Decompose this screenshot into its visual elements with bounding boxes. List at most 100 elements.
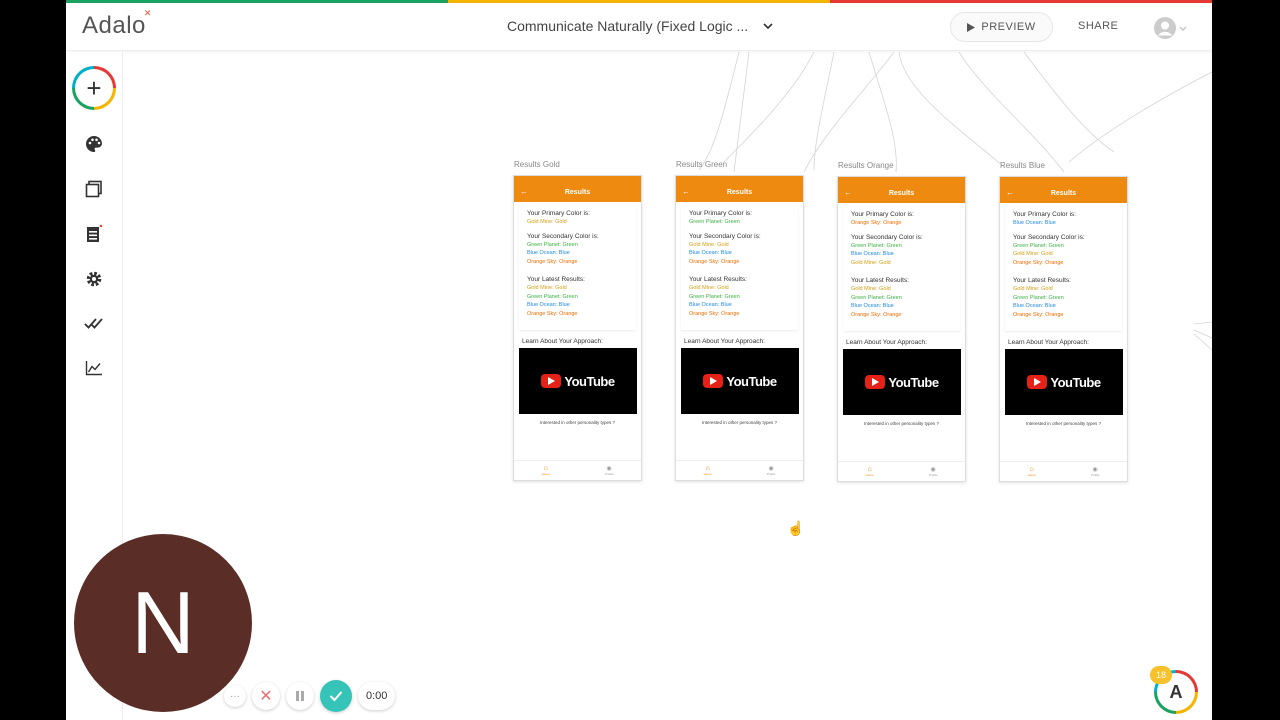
home-icon: ⌂ bbox=[705, 465, 710, 472]
latest-result-value: Green Planet: Green bbox=[527, 293, 578, 300]
chevron-down-icon bbox=[1179, 26, 1187, 31]
pause-icon bbox=[296, 691, 304, 701]
tab-home[interactable]: ⌂ Home bbox=[1028, 466, 1036, 477]
app-switcher[interactable]: Communicate Naturally (Fixed Logic ... bbox=[507, 18, 774, 34]
youtube-video[interactable]: YouTube bbox=[519, 348, 637, 414]
bottom-tab-bar: ⌂ Home ◉ Profile bbox=[514, 460, 641, 480]
primary-color-label: Your Primary Color is: bbox=[689, 210, 752, 217]
screen-label[interactable]: Results Gold bbox=[514, 160, 560, 169]
back-arrow-icon: ← bbox=[520, 187, 528, 196]
database-icon[interactable] bbox=[84, 224, 104, 244]
youtube-wordmark: YouTube bbox=[888, 374, 939, 390]
youtube-video[interactable]: YouTube bbox=[681, 348, 799, 414]
learn-approach-label: Learn About Your Approach: bbox=[522, 338, 603, 345]
tab-label: Home bbox=[865, 473, 874, 477]
primary-color-value: Blue Ocean: Blue bbox=[1013, 220, 1056, 226]
primary-color-label: Your Primary Color is: bbox=[851, 211, 914, 218]
results-card: Your Primary Color is: Gold Mine: Gold You… bbox=[519, 206, 636, 330]
screen-title: Results bbox=[726, 189, 753, 196]
interested-link[interactable]: Interested in other personality types ? bbox=[514, 420, 641, 425]
finish-recording-button[interactable] bbox=[320, 680, 352, 712]
latest-results-label: Your Latest Results: bbox=[527, 276, 585, 283]
screen-label[interactable]: Results Orange bbox=[838, 161, 894, 170]
latest-results-label: Your Latest Results: bbox=[851, 277, 909, 284]
youtube-wordmark: YouTube bbox=[726, 373, 777, 389]
primary-color-value: Orange Sky: Orange bbox=[851, 220, 902, 226]
analytics-icon[interactable] bbox=[84, 358, 104, 378]
tab-home[interactable]: ⌂ Home bbox=[542, 465, 550, 476]
primary-color-label: Your Primary Color is: bbox=[527, 210, 590, 217]
latest-result-value: Green Planet: Green bbox=[1013, 294, 1064, 301]
interested-link[interactable]: Interested in other personality types ? bbox=[1000, 421, 1127, 426]
screen-preview[interactable]: ← Results Your Primary Color is: Gold Mine:… bbox=[513, 175, 642, 481]
screen-title: Results bbox=[564, 189, 591, 196]
secondary-color-label: Your Secondary Color is: bbox=[851, 233, 923, 241]
screen-preview[interactable]: ← Results Your Primary Color is: Blue Ocean… bbox=[999, 176, 1128, 482]
help-launcher[interactable]: A 18 bbox=[1150, 666, 1200, 716]
account-menu[interactable] bbox=[1154, 17, 1187, 39]
share-button[interactable]: SHARE bbox=[1078, 20, 1118, 32]
latest-result-value: Blue Ocean: Blue bbox=[851, 303, 894, 309]
tab-profile[interactable]: ◉ Profile bbox=[1091, 466, 1100, 477]
latest-result-value: Orange Sky: Orange bbox=[689, 310, 740, 317]
bottom-tab-bar: ⌂ Home ◉ Profile bbox=[838, 461, 965, 481]
tab-label: Home bbox=[703, 472, 712, 476]
results-card: Your Primary Color is: Green Planet: Gree… bbox=[681, 206, 798, 330]
latest-result-value: Gold Mine: Gold bbox=[527, 285, 567, 291]
tab-profile[interactable]: ◉ Profile bbox=[605, 465, 614, 476]
screen-label[interactable]: Results Green bbox=[676, 160, 727, 169]
home-icon: ⌂ bbox=[867, 466, 872, 473]
editor-canvas[interactable]: Results Gold ← Results Your Primary Color i… bbox=[124, 52, 1212, 720]
learn-approach-label: Learn About Your Approach: bbox=[684, 338, 765, 345]
chevron-down-icon bbox=[763, 23, 773, 30]
preview-button[interactable]: PREVIEW bbox=[950, 12, 1053, 42]
screen-preview[interactable]: ← Results Your Primary Color is: Orange Sky… bbox=[837, 176, 966, 482]
results-card: Your Primary Color is: Blue Ocean: Blue Yo… bbox=[1005, 207, 1122, 331]
top-bar: Adalo ✕ Communicate Naturally (Fixed Logi… bbox=[66, 3, 1212, 51]
bottom-tab-bar: ⌂ Home ◉ Profile bbox=[1000, 461, 1127, 481]
interested-link[interactable]: Interested in other personality types ? bbox=[838, 421, 965, 426]
back-arrow-icon: ← bbox=[844, 188, 852, 197]
status-bar bbox=[838, 177, 965, 184]
secondary-color-value: Blue Ocean: Blue bbox=[689, 250, 732, 256]
palette-icon[interactable] bbox=[84, 134, 104, 154]
learn-approach-label: Learn About Your Approach: bbox=[846, 339, 927, 346]
latest-result-value: Green Planet: Green bbox=[851, 294, 902, 301]
secondary-color-label: Your Secondary Color is: bbox=[689, 232, 761, 240]
tab-profile[interactable]: ◉ Profile bbox=[767, 465, 776, 476]
primary-color-value: Gold Mine: Gold bbox=[527, 219, 567, 225]
secondary-color-value: Gold Mine: Gold bbox=[689, 241, 729, 248]
cancel-recording-button[interactable]: ✕ bbox=[252, 682, 280, 710]
add-component-button[interactable]: + bbox=[72, 66, 116, 110]
latest-result-value: Gold Mine: Gold bbox=[1013, 286, 1053, 292]
pause-button[interactable] bbox=[286, 682, 314, 710]
tab-label: Profile bbox=[766, 472, 776, 476]
screen-preview[interactable]: ← Results Your Primary Color is: Green Plan… bbox=[675, 175, 804, 481]
publish-icon[interactable] bbox=[84, 313, 104, 333]
tab-home[interactable]: ⌂ Home bbox=[866, 466, 874, 477]
tab-label: Profile bbox=[1090, 473, 1100, 477]
secondary-color-value: Gold Mine: Gold bbox=[1013, 251, 1053, 257]
gear-icon[interactable] bbox=[84, 269, 104, 289]
secondary-color-value: Gold Mine: Gold bbox=[851, 259, 891, 266]
primary-color-label: Your Primary Color is: bbox=[1013, 211, 1076, 218]
tab-profile[interactable]: ◉ Profile bbox=[929, 466, 938, 477]
more-options-button[interactable]: ··· bbox=[224, 685, 246, 707]
primary-color-value: Green Planet: Green bbox=[689, 219, 740, 225]
app-title: Communicate Naturally (Fixed Logic ... bbox=[507, 18, 749, 34]
screens-icon[interactable] bbox=[84, 179, 104, 199]
youtube-video[interactable]: YouTube bbox=[1005, 349, 1123, 415]
latest-result-value: Orange Sky: Orange bbox=[1013, 311, 1064, 318]
interested-link[interactable]: Interested in other personality types ? bbox=[676, 420, 803, 425]
screen-label[interactable]: Results Blue bbox=[1000, 161, 1045, 170]
latest-result-value: Gold Mine: Gold bbox=[689, 285, 729, 291]
latest-result-value: Blue Ocean: Blue bbox=[1013, 303, 1056, 309]
tab-label: Home bbox=[541, 472, 550, 476]
tab-home[interactable]: ⌂ Home bbox=[704, 465, 712, 476]
secondary-color-value: Green Planet: Green bbox=[1013, 242, 1064, 249]
latest-result-value: Orange Sky: Orange bbox=[527, 310, 578, 317]
status-bar bbox=[676, 176, 803, 183]
adalo-logo[interactable]: Adalo ✕ bbox=[82, 8, 151, 40]
youtube-video[interactable]: YouTube bbox=[843, 349, 961, 415]
status-bar bbox=[514, 176, 641, 183]
